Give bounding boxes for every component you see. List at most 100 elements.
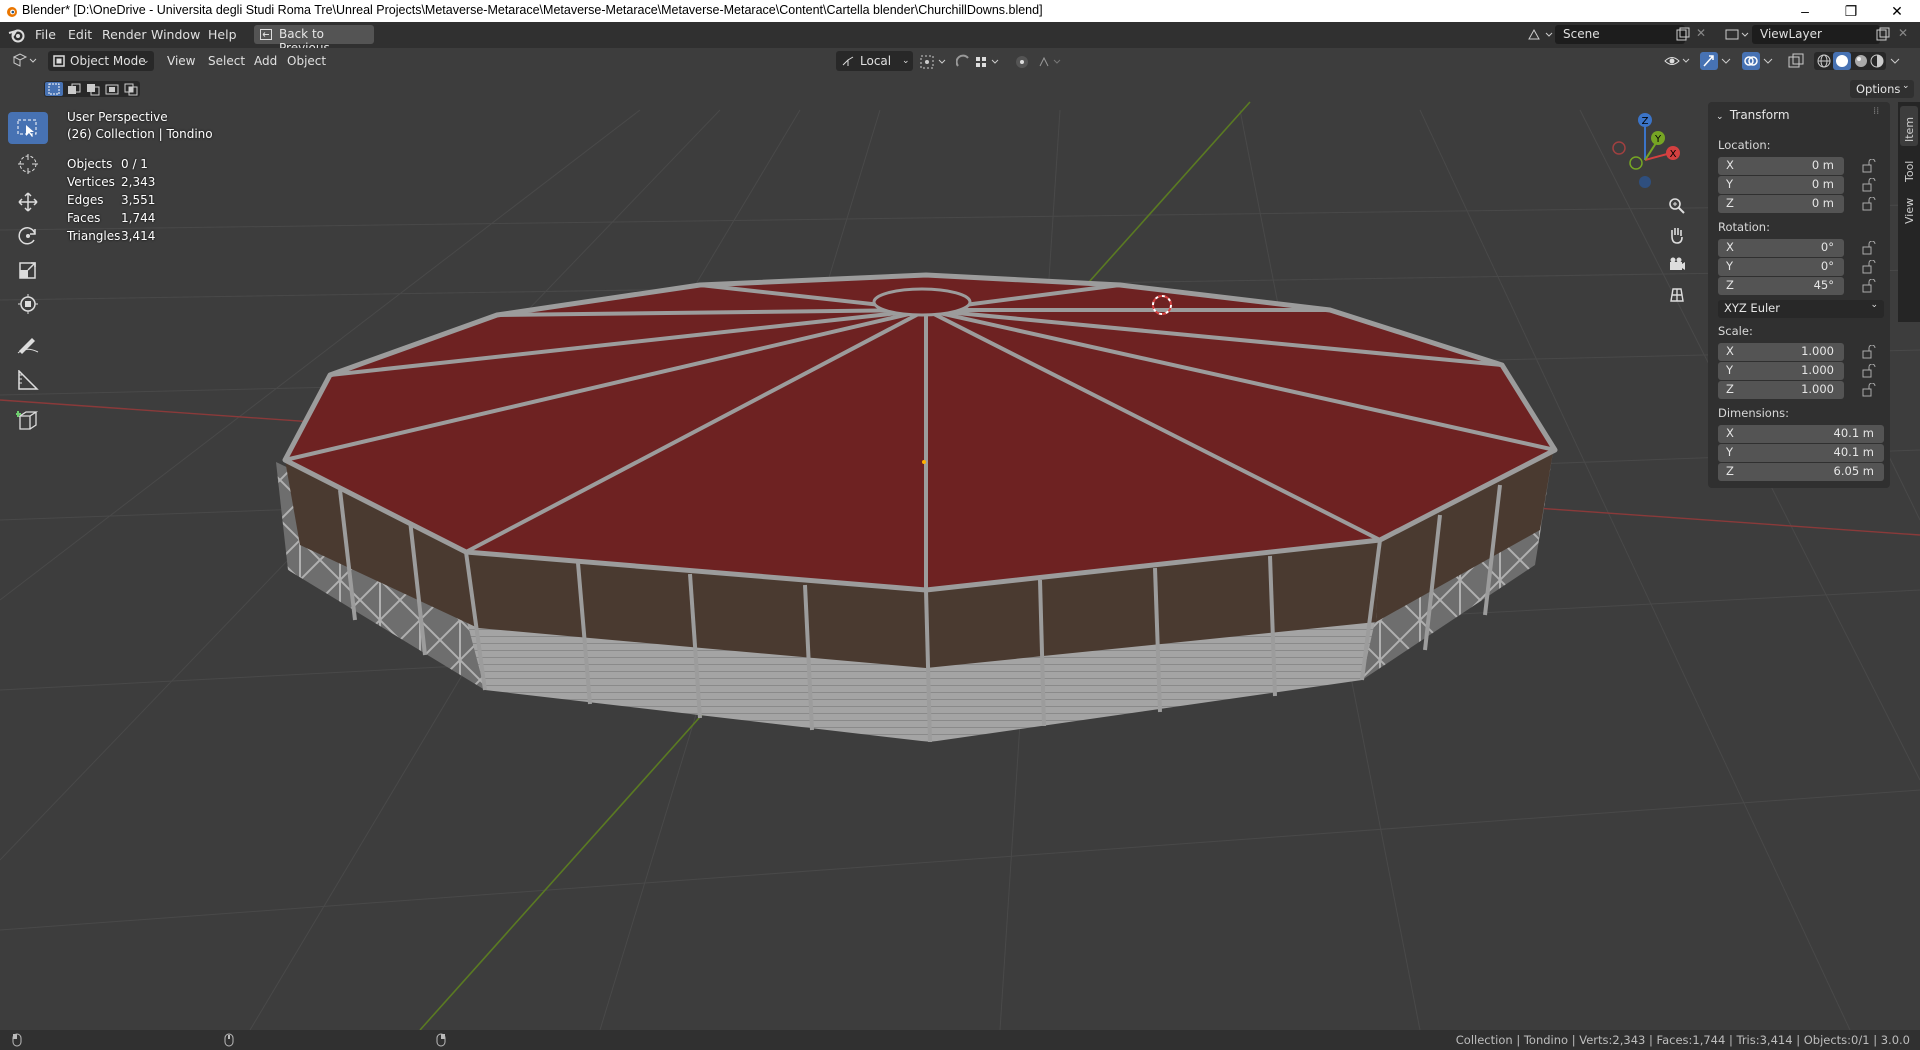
- rotate-icon: [18, 227, 36, 245]
- rotate-tool[interactable]: [8, 220, 48, 252]
- rotation-mode-dropdown[interactable]: XYZ Euler ⌄: [1718, 300, 1884, 318]
- select-new-icon: [48, 83, 60, 95]
- viewlayer-selector-icon[interactable]: [1724, 27, 1752, 43]
- chevron-down-icon[interactable]: [1890, 57, 1900, 65]
- select-subtract-icon[interactable]: [84, 82, 102, 96]
- viewlayer-field[interactable]: ViewLayer: [1752, 25, 1880, 44]
- rendered-shading-icon[interactable]: [1870, 54, 1884, 68]
- dimensions-x-field[interactable]: X 40.1 m: [1718, 425, 1884, 443]
- gizmo-toggle-button[interactable]: [1700, 52, 1718, 70]
- solid-shading-icon: [1836, 55, 1848, 67]
- location-x-field[interactable]: X0 m: [1718, 157, 1844, 175]
- lock-icon[interactable]: [1862, 383, 1876, 397]
- snap-icon[interactable]: [956, 54, 1006, 70]
- location-z-field[interactable]: Z0 m: [1718, 195, 1844, 213]
- remove-scene-icon[interactable]: ✕: [1696, 26, 1706, 40]
- rotation-x-field[interactable]: X 0°: [1718, 239, 1844, 257]
- lock-icon[interactable]: [1862, 197, 1876, 211]
- chevron-down-icon[interactable]: [1721, 57, 1731, 65]
- menu-render[interactable]: Render: [102, 27, 147, 42]
- new-viewlayer-icon[interactable]: [1876, 27, 1890, 41]
- tab-item[interactable]: Item: [1900, 106, 1918, 146]
- dimensions-z-field[interactable]: Z 6.05 m: [1718, 463, 1884, 481]
- scene-field[interactable]: Scene: [1555, 25, 1685, 44]
- blender-logo-icon[interactable]: [8, 27, 26, 43]
- maximize-button[interactable]: ❐: [1828, 0, 1874, 22]
- visibility-eye-icon[interactable]: [1664, 53, 1692, 69]
- zoom-button[interactable]: [1663, 192, 1691, 220]
- xray-toggle-icon[interactable]: [1788, 53, 1804, 69]
- pivot-point-icon[interactable]: [920, 55, 950, 69]
- annotate-tool[interactable]: [8, 328, 48, 360]
- window-title: Blender* [D:\OneDrive - Universita degli…: [22, 3, 1043, 17]
- object-mode-label: Object Mode: [70, 54, 146, 68]
- lock-icon[interactable]: [1862, 241, 1876, 255]
- lock-icon[interactable]: [1862, 345, 1876, 359]
- dimensions-y-field[interactable]: Y 40.1 m: [1718, 444, 1884, 462]
- navigation-gizmo[interactable]: Z X Y: [1605, 110, 1685, 194]
- chevron-down-icon: ⌄: [142, 56, 150, 66]
- proportional-editing-icon[interactable]: [1014, 54, 1066, 70]
- select-intersect-icon[interactable]: [122, 82, 140, 96]
- lock-icon[interactable]: [1862, 279, 1876, 293]
- cursor-tool[interactable]: [8, 148, 48, 180]
- overlays-toggle-button[interactable]: [1742, 52, 1760, 70]
- minimize-button[interactable]: –: [1782, 0, 1828, 22]
- options-label: Options: [1856, 82, 1901, 96]
- transform-panel-header[interactable]: ⌄ Transform: [1716, 108, 1790, 122]
- lock-icon[interactable]: [1862, 159, 1876, 173]
- add-cube-tool[interactable]: [8, 404, 48, 436]
- location-y-field[interactable]: Y0 m: [1718, 176, 1844, 194]
- roof: [282, 272, 1558, 593]
- select-extend-icon[interactable]: [65, 82, 83, 96]
- scene-selector-icon[interactable]: [1526, 27, 1554, 43]
- wireframe-shading-icon[interactable]: [1817, 54, 1831, 68]
- window-titlebar: Blender* [D:\OneDrive - Universita degli…: [0, 0, 1920, 22]
- rotation-label: Rotation:: [1718, 220, 1770, 234]
- lock-icon[interactable]: [1862, 364, 1876, 378]
- gizmo-x-label: X: [1670, 149, 1677, 160]
- options-dropdown[interactable]: Options ⌄: [1850, 80, 1914, 98]
- lock-icon[interactable]: [1862, 178, 1876, 192]
- perspective-toggle-button[interactable]: [1663, 281, 1691, 309]
- move-tool[interactable]: [8, 186, 48, 218]
- stat-label: Faces: [67, 211, 101, 225]
- 3d-viewport[interactable]: [0, 48, 1920, 1030]
- status-info: Collection | Tondino | Verts:2,343 | Fac…: [1455, 1033, 1910, 1047]
- menu-edit[interactable]: Edit: [68, 27, 92, 42]
- material-shading-icon[interactable]: [1854, 54, 1868, 68]
- menu-file[interactable]: File: [35, 27, 56, 42]
- select-new-button[interactable]: [45, 82, 63, 96]
- object-mode-dropdown[interactable]: Object Mode ⌄: [48, 51, 154, 71]
- scale-x-field[interactable]: X 1.000: [1718, 343, 1844, 361]
- camera-view-button[interactable]: [1663, 251, 1691, 279]
- scale-y-field[interactable]: Y 1.000: [1718, 362, 1844, 380]
- pan-button[interactable]: [1663, 221, 1691, 249]
- annotate-icon: [17, 338, 39, 354]
- drag-handle-icon[interactable]: ⁞⁞: [1873, 106, 1879, 117]
- transform-tool[interactable]: [8, 288, 48, 320]
- solid-shading-button[interactable]: [1833, 52, 1851, 70]
- measure-tool[interactable]: [8, 364, 48, 396]
- new-scene-icon[interactable]: [1676, 27, 1690, 41]
- tab-tool[interactable]: Tool: [1900, 150, 1918, 186]
- stat-value: 0 / 1: [121, 157, 148, 171]
- close-button[interactable]: ✕: [1874, 0, 1920, 22]
- lock-icon[interactable]: [1862, 260, 1876, 274]
- select-invert-icon[interactable]: [103, 82, 121, 96]
- chevron-down-icon: ⌄: [1716, 112, 1724, 122]
- menu-window[interactable]: Window: [151, 27, 200, 42]
- menu-help[interactable]: Help: [208, 27, 237, 42]
- rotation-y-field[interactable]: Y 0°: [1718, 258, 1844, 276]
- scale-tool[interactable]: [8, 254, 48, 286]
- remove-viewlayer-icon[interactable]: ✕: [1898, 26, 1908, 40]
- chevron-down-icon[interactable]: [1763, 57, 1773, 65]
- rotation-mode-label: XYZ Euler: [1724, 301, 1780, 315]
- back-to-previous-button[interactable]: Back to Previous: [254, 25, 374, 55]
- tab-view[interactable]: View: [1900, 190, 1918, 228]
- transform-orientation-dropdown[interactable]: Local ⌄: [836, 51, 913, 71]
- rotation-z-field[interactable]: Z 45°: [1718, 277, 1844, 295]
- select-box-tool[interactable]: [8, 112, 48, 144]
- scale-z-field[interactable]: Z 1.000: [1718, 381, 1844, 399]
- editor-type-icon[interactable]: [12, 53, 38, 69]
